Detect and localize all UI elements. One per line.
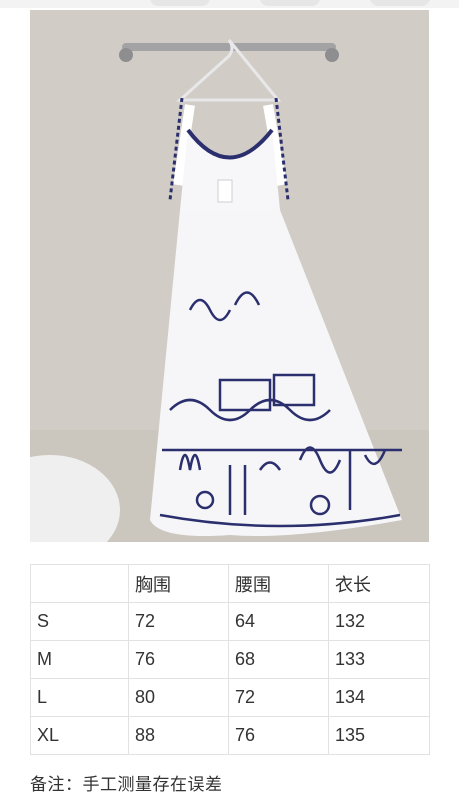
header-cell: 胸围 (128, 564, 229, 603)
top-button-shape (150, 0, 210, 6)
top-button-shape (260, 0, 320, 6)
bust-cell: 80 (128, 678, 229, 717)
length-cell: 135 (328, 716, 430, 755)
header-cell: 腰围 (228, 564, 329, 603)
waist-cell: 68 (228, 640, 329, 679)
table-row: S 72 64 132 (30, 602, 430, 641)
length-cell: 132 (328, 602, 430, 641)
waist-cell: 72 (228, 678, 329, 717)
table-row: M 76 68 133 (30, 640, 430, 679)
size-cell: S (30, 602, 129, 641)
size-table: 胸围 腰围 衣长 S 72 64 132 M 76 68 133 L 80 72… (30, 564, 430, 755)
header-cell (30, 564, 129, 603)
top-button-shape (370, 0, 430, 6)
table-row: L 80 72 134 (30, 678, 430, 717)
top-strip (0, 0, 459, 8)
waist-cell: 76 (228, 716, 329, 755)
bust-cell: 72 (128, 602, 229, 641)
size-cell: XL (30, 716, 129, 755)
table-header-row: 胸围 腰围 衣长 (30, 564, 430, 603)
waist-cell: 64 (228, 602, 329, 641)
header-cell: 衣长 (328, 564, 430, 603)
length-cell: 133 (328, 640, 430, 679)
size-cell: L (30, 678, 129, 717)
product-photo (30, 10, 429, 542)
bust-cell: 88 (128, 716, 229, 755)
bust-cell: 76 (128, 640, 229, 679)
dress-illustration (30, 10, 429, 542)
length-cell: 134 (328, 678, 430, 717)
measurement-note: 备注：手工测量存在误差 (30, 775, 223, 795)
clothes-rail (122, 43, 336, 51)
size-cell: M (30, 640, 129, 679)
table-row: XL 88 76 135 (30, 716, 430, 755)
